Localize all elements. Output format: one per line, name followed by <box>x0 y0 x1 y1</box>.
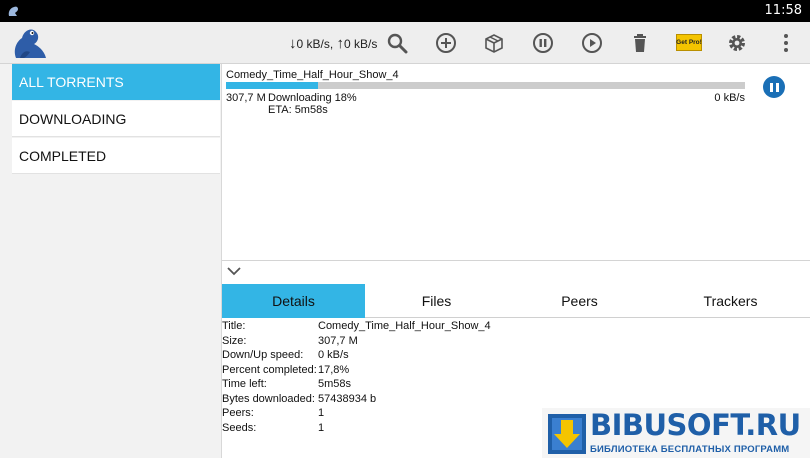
sidebar-item-all-torrents[interactable]: ALL TORRENTS <box>12 64 220 100</box>
trash-icon <box>634 34 646 52</box>
watermark: BIBUSOFT.RU БИБЛИОТЕКА БЕСПЛАТНЫХ ПРОГРА… <box>542 408 810 458</box>
overflow-menu-icon <box>784 34 788 52</box>
frog-notification-icon <box>8 6 18 17</box>
progress-fill <box>226 82 319 89</box>
settings-button[interactable] <box>724 30 750 56</box>
detail-label: Percent completed: <box>222 364 317 376</box>
pause-all-button[interactable] <box>530 30 556 56</box>
detail-value: 57438934 b <box>318 393 377 405</box>
detail-tabs: Details Files Peers Trackers <box>222 284 810 318</box>
delete-button[interactable] <box>627 30 653 56</box>
torrent-speed: 0 kB/s <box>714 92 745 104</box>
pause-all-icon <box>533 33 553 53</box>
download-speed: 0 kB/s, <box>296 37 334 51</box>
watermark-subtitle: БИБЛИОТЕКА БЕСПЛАТНЫХ ПРОГРАММ <box>590 444 790 455</box>
tab-files[interactable]: Files <box>365 284 508 318</box>
detail-value: 1 <box>318 407 325 419</box>
detail-label: Title: <box>222 320 246 332</box>
chevron-down-icon[interactable] <box>226 264 242 278</box>
detail-label: Bytes downloaded: <box>222 393 315 405</box>
detail-row-title: Title: Comedy_Time_Half_Hour_Show_4 <box>222 320 622 334</box>
sidebar: ALL TORRENTS DOWNLOADING COMPLETED <box>0 64 222 458</box>
watermark-title: BIBUSOFT.RU <box>590 408 801 442</box>
detail-label: Size: <box>222 335 247 347</box>
detail-row-bytes: Bytes downloaded: 57438934 b <box>222 393 622 407</box>
torrent-list: Comedy_Time_Half_Hour_Show_4 307,7 M Dow… <box>222 64 810 260</box>
sidebar-item-downloading[interactable]: DOWNLOADING <box>12 101 220 137</box>
add-torrent-button[interactable] <box>433 30 459 56</box>
detail-row-percent: Percent completed: 17,8% <box>222 364 622 378</box>
box-icon <box>485 34 503 53</box>
status-bar: 11:58 <box>0 0 810 22</box>
detail-label: Seeds: <box>222 422 257 434</box>
detail-label: Down/Up speed: <box>222 349 304 361</box>
search-button[interactable] <box>384 30 410 56</box>
download-arrow-logo-icon <box>548 414 586 454</box>
get-pro-button[interactable]: Get Pro! <box>676 34 702 51</box>
torrent-status: Downloading 18% <box>268 92 357 104</box>
detail-label: Peers: <box>222 407 254 419</box>
tab-details[interactable]: Details <box>222 284 365 318</box>
clock: 11:58 <box>764 3 802 18</box>
sidebar-item-completed[interactable]: COMPLETED <box>12 138 220 174</box>
detail-value: 17,8% <box>318 364 350 376</box>
detail-row-size: Size: 307,7 M <box>222 335 622 349</box>
progress-bar <box>226 82 745 89</box>
frog-logo-icon[interactable] <box>10 24 50 62</box>
open-file-button[interactable] <box>481 30 507 56</box>
resume-all-button[interactable] <box>579 30 605 56</box>
detail-row-speed: Down/Up speed: 0 kB/s <box>222 349 622 363</box>
pause-torrent-button[interactable] <box>763 76 785 98</box>
detail-label: Time left: <box>222 378 267 390</box>
action-bar: ↓0 kB/s, ↑0 kB/s Get Pro! <box>0 22 810 64</box>
panel-divider <box>222 260 810 261</box>
add-icon <box>436 33 456 53</box>
tab-peers[interactable]: Peers <box>508 284 651 318</box>
gear-icon <box>729 35 745 51</box>
detail-value: Comedy_Time_Half_Hour_Show_4 <box>318 320 491 332</box>
detail-value: 307,7 M <box>318 335 358 347</box>
upload-speed: 0 kB/s <box>344 37 378 51</box>
arrow-down-icon: ↓ <box>289 35 297 52</box>
detail-value: 0 kB/s <box>318 349 349 361</box>
detail-value: 1 <box>318 422 325 434</box>
resume-all-icon <box>582 33 602 53</box>
search-icon <box>387 33 408 54</box>
detail-row-time-left: Time left: 5m58s <box>222 378 622 392</box>
torrent-name: Comedy_Time_Half_Hour_Show_4 <box>226 69 399 81</box>
tab-trackers[interactable]: Trackers <box>651 284 810 318</box>
torrent-eta: ETA: 5m58s <box>268 104 328 116</box>
detail-value: 5m58s <box>318 378 352 390</box>
torrent-size: 307,7 M <box>226 92 266 104</box>
speed-indicator: ↓0 kB/s, ↑0 kB/s <box>289 35 377 52</box>
overflow-menu-button[interactable] <box>773 30 799 56</box>
pause-icon <box>768 82 780 92</box>
arrow-up-icon: ↑ <box>336 35 345 52</box>
